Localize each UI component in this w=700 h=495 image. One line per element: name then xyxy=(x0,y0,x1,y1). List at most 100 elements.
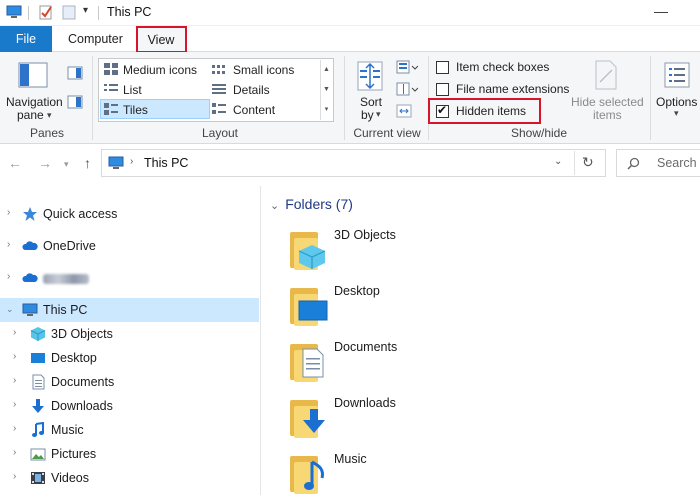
chevron-right-icon[interactable]: › xyxy=(13,447,16,458)
chevron-right-icon[interactable]: › xyxy=(13,351,16,362)
file-name-extensions-label[interactable]: File name extensions xyxy=(456,82,569,96)
nav-item-documents[interactable]: › Documents xyxy=(0,370,259,394)
search-placeholder: Search xyxy=(657,156,697,170)
refresh-icon[interactable]: ↻ xyxy=(582,154,594,171)
chevron-right-icon[interactable]: › xyxy=(13,327,16,338)
nav-item-onedrive-account[interactable]: › xyxy=(0,266,259,290)
star-icon xyxy=(22,206,38,222)
computer-icon xyxy=(108,156,124,170)
add-columns-icon[interactable] xyxy=(396,82,419,96)
item-check-boxes-label[interactable]: Item check boxes xyxy=(456,60,549,74)
nav-item-music[interactable]: › Music xyxy=(0,418,259,442)
small-icons-icon xyxy=(212,64,226,74)
item-check-boxes-checkbox[interactable] xyxy=(436,61,449,74)
group-by-icon[interactable] xyxy=(396,60,419,74)
folder-downloads-icon xyxy=(288,396,328,440)
nav-item-downloads[interactable]: › Downloads xyxy=(0,394,259,418)
file-name-extensions-checkbox[interactable] xyxy=(436,83,449,96)
properties-icon[interactable] xyxy=(38,4,54,20)
hide-selected-items-label[interactable]: Hide selected xyxy=(571,95,644,109)
address-path[interactable]: This PC xyxy=(144,156,188,170)
options-icon[interactable] xyxy=(664,62,690,88)
ribbon-tabs: File Computer View xyxy=(0,26,700,53)
layout-list[interactable]: List xyxy=(123,83,142,97)
chevron-right-icon[interactable]: › xyxy=(7,239,10,250)
recent-locations-icon[interactable]: ▾ xyxy=(64,159,69,170)
preview-pane-icon[interactable] xyxy=(67,66,83,80)
details-pane-icon[interactable] xyxy=(67,95,83,109)
cloud-icon xyxy=(22,238,38,254)
size-columns-icon[interactable] xyxy=(396,104,412,118)
nav-item-quick-access[interactable]: › Quick access xyxy=(0,202,259,226)
folders-group-header[interactable]: ⌄ Folders (7) xyxy=(270,196,353,212)
tab-file[interactable]: File xyxy=(0,26,52,52)
layout-medium-icons[interactable]: Medium icons xyxy=(123,63,197,77)
separator xyxy=(344,56,345,140)
sort-by-label-2[interactable]: by xyxy=(361,108,374,122)
content-icon xyxy=(212,103,226,115)
nav-item-desktop[interactable]: › Desktop xyxy=(0,346,259,370)
computer-icon xyxy=(22,302,38,318)
separator xyxy=(28,6,29,20)
navigation-pane-label[interactable]: Navigation xyxy=(6,95,63,109)
folder-tile-desktop[interactable]: Desktop xyxy=(288,284,688,336)
picture-icon xyxy=(30,446,46,462)
nav-item-this-pc[interactable]: ⌄ This PC xyxy=(0,298,259,322)
navigation-pane: › Quick access › OneDrive › ⌄ This PC › … xyxy=(0,186,261,495)
chevron-down-icon[interactable]: ⌄ xyxy=(6,304,14,315)
title-bar: ▾ This PC — xyxy=(0,0,700,26)
search-box[interactable]: Search xyxy=(616,149,700,177)
cube-icon xyxy=(30,326,46,342)
layout-small-icons[interactable]: Small icons xyxy=(233,63,294,77)
up-arrow-icon[interactable]: ↑ xyxy=(84,155,91,171)
folder-name: 3D Objects xyxy=(334,228,396,242)
folder-tile-documents[interactable]: Documents xyxy=(288,340,688,392)
chevron-right-icon[interactable]: › xyxy=(7,207,10,218)
layout-scrollbar[interactable]: ▲ ▼ ▾ xyxy=(320,60,332,120)
folder-name: Music xyxy=(334,452,367,466)
forward-arrow-icon[interactable]: → xyxy=(38,155,52,171)
navigation-pane-label-2[interactable]: pane xyxy=(17,108,44,122)
folder-name: Downloads xyxy=(334,396,396,410)
window-title: This PC xyxy=(107,5,152,19)
sort-icon[interactable] xyxy=(356,60,384,92)
nav-item-pictures[interactable]: › Pictures xyxy=(0,442,259,466)
folder-tile-downloads[interactable]: Downloads xyxy=(288,396,688,448)
ribbon: Navigation pane ▾ Panes Medium icons Sma… xyxy=(0,52,700,144)
computer-icon[interactable] xyxy=(6,5,22,18)
layout-details[interactable]: Details xyxy=(233,83,270,97)
new-folder-icon[interactable] xyxy=(62,5,76,20)
sort-by-label[interactable]: Sort xyxy=(360,95,382,109)
details-icon xyxy=(212,83,226,95)
options-button[interactable]: Options xyxy=(656,95,697,109)
address-bar[interactable]: › This PC ⌄ ↻ xyxy=(101,149,606,177)
tab-computer[interactable]: Computer xyxy=(68,26,123,52)
highlight-view-tab xyxy=(136,26,187,53)
navigation-pane-icon[interactable] xyxy=(18,62,48,88)
chevron-right-icon[interactable]: › xyxy=(13,399,16,410)
group-label-current-view: Current view xyxy=(353,126,421,140)
back-arrow-icon[interactable]: ← xyxy=(8,155,22,171)
folder-tile-3d-objects[interactable]: 3D Objects xyxy=(288,228,688,280)
nav-item-videos[interactable]: › Videos xyxy=(0,466,259,490)
list-icon xyxy=(104,83,118,95)
nav-item-3d-objects[interactable]: › 3D Objects xyxy=(0,322,259,346)
chevron-down-icon[interactable]: ⌄ xyxy=(554,156,562,167)
chevron-right-icon[interactable]: › xyxy=(13,375,16,386)
group-label-show-hide: Show/hide xyxy=(510,126,568,140)
document-icon xyxy=(30,374,46,390)
hide-selected-icon[interactable] xyxy=(594,60,618,90)
layout-tiles[interactable]: Tiles xyxy=(123,103,148,117)
layout-content[interactable]: Content xyxy=(233,103,275,117)
customize-toolbar-icon[interactable]: ▾ xyxy=(83,5,88,16)
chevron-right-icon[interactable]: › xyxy=(13,423,16,434)
folder-music-icon xyxy=(288,452,328,495)
cloud-icon xyxy=(22,270,38,286)
nav-item-onedrive[interactable]: › OneDrive xyxy=(0,234,259,258)
folder-tile-music[interactable]: Music xyxy=(288,452,688,495)
hide-selected-items-label-2[interactable]: items xyxy=(593,108,622,122)
minimize-button[interactable]: — xyxy=(654,3,668,19)
chevron-down-icon: ⌄ xyxy=(270,200,280,212)
chevron-right-icon[interactable]: › xyxy=(7,271,10,282)
chevron-right-icon[interactable]: › xyxy=(13,471,16,482)
